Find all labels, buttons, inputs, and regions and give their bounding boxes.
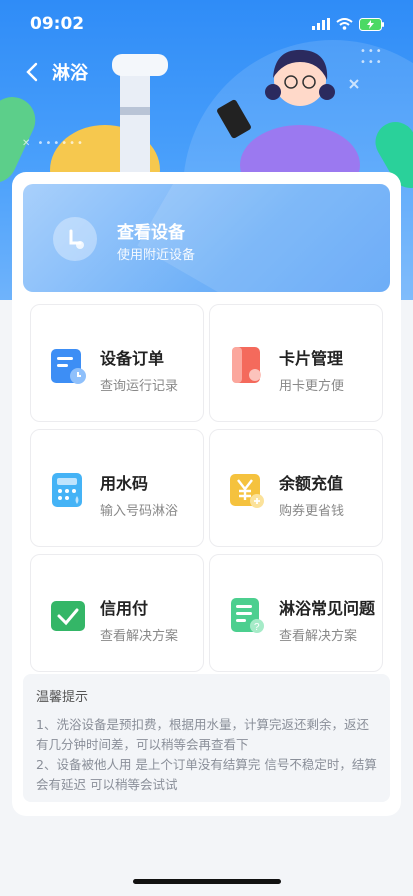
tips-title: 温馨提示: [36, 690, 89, 705]
page-title: 淋浴: [52, 63, 88, 84]
tile-title: 设备订单: [100, 349, 165, 368]
tile-subtitle: 用卡更方便: [279, 379, 345, 394]
tile-title: 卡片管理: [279, 349, 344, 368]
check-icon: [51, 601, 85, 631]
tip-line-2: 2、设备被他人用 是上个订单没有结算完 信号不稳定时，结算会有延迟 可以稍等会试…: [36, 757, 377, 792]
wifi-icon: [336, 18, 353, 30]
tip-line-1: 1、洗浴设备是预扣费，根据用水量，计算完返还剩余，返还有几分钟时间差，可以稍等会…: [36, 717, 369, 752]
chevron-left-icon: [26, 62, 38, 82]
tile-water-code[interactable]: 用水码 输入号码淋浴: [30, 429, 204, 547]
tile-subtitle: 购券更省钱: [279, 504, 345, 519]
order-icon: [51, 349, 86, 384]
tile-card-management[interactable]: 卡片管理 用卡更方便: [209, 304, 383, 422]
tile-shower-faq[interactable]: ? 淋浴常见问题 查看解决方案: [209, 554, 383, 672]
tile-title: 余额充值: [279, 474, 344, 493]
tile-subtitle: 查询运行记录: [100, 379, 179, 394]
device-card-title: 查看设备: [117, 223, 185, 243]
tile-title: 淋浴常见问题: [279, 599, 376, 618]
calculator-icon: [52, 473, 82, 507]
tile-subtitle: 输入号码淋浴: [100, 504, 179, 519]
home-indicator: [133, 879, 281, 884]
tips-box: 温馨提示 1、洗浴设备是预扣费，根据用水量，计算完返还剩余，返还有几分钟时间差，…: [23, 674, 390, 802]
shower-head-illustration: [112, 54, 168, 182]
decor-dots: ✕ ••••••: [22, 138, 85, 149]
faq-icon: ?: [231, 598, 264, 633]
status-time: 09:02: [30, 14, 85, 34]
card-icon: [232, 347, 261, 383]
svg-text:?: ?: [254, 622, 260, 633]
battery-charging-icon: [359, 17, 384, 31]
tile-balance-topup[interactable]: 余额充值 购券更省钱: [209, 429, 383, 547]
tile-title: 信用付: [100, 599, 149, 618]
tile-device-orders[interactable]: 设备订单 查询运行记录: [30, 304, 204, 422]
tile-title: 用水码: [100, 474, 149, 493]
yen-icon: [230, 474, 264, 508]
tile-subtitle: 查看解决方案: [279, 629, 358, 644]
status-icons: [312, 17, 385, 31]
status-bar: 09:02: [0, 0, 413, 48]
tile-subtitle: 查看解决方案: [100, 629, 179, 644]
nav-bar: 淋浴: [18, 58, 88, 86]
device-card-subtitle: 使用附近设备: [117, 248, 196, 263]
person-illustration: [217, 49, 360, 180]
device-clock-icon: [53, 217, 97, 261]
tile-credit-pay[interactable]: 信用付 查看解决方案: [30, 554, 204, 672]
signal-icon: [312, 18, 330, 30]
main-panel: 查看设备 使用附近设备 设备订单 查询运行记录 卡片管理 用卡更方便 用水码 输…: [12, 172, 401, 816]
view-device-card[interactable]: 查看设备 使用附近设备: [23, 184, 390, 292]
back-button[interactable]: [18, 58, 46, 86]
